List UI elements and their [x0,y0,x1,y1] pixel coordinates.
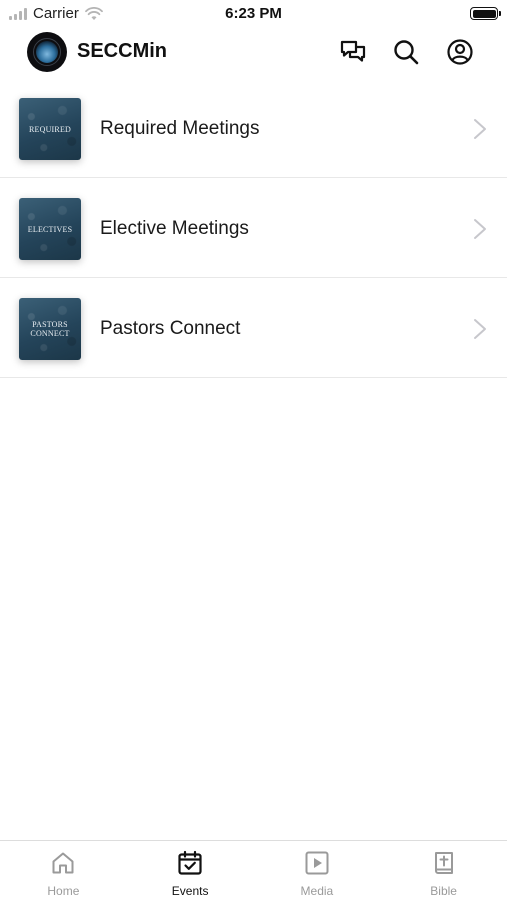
tab-events[interactable]: Events [127,841,254,900]
chevron-right-icon [474,219,486,239]
event-thumbnail: REQUIRED [19,98,81,160]
tab-label: Media [300,884,334,898]
chat-icon[interactable] [339,38,367,66]
app-header: SECCMin [0,28,507,78]
event-row-required-meetings[interactable]: REQUIRED Required Meetings [0,78,507,178]
tab-label: Events [171,884,209,898]
profile-icon[interactable] [446,38,474,66]
tab-media[interactable]: Media [254,841,381,900]
bible-icon [431,850,457,876]
status-time: 6:23 PM [225,5,282,22]
event-thumbnail: PASTORS CONNECT [19,298,81,360]
tab-bible[interactable]: Bible [380,841,507,900]
event-row-pastors-connect[interactable]: PASTORS CONNECT Pastors Connect [0,278,507,378]
event-title: Pastors Connect [100,318,241,339]
calendar-icon [177,850,203,876]
home-icon [50,850,76,876]
tab-label: Bible [430,884,457,898]
play-icon [304,850,330,876]
tab-label: Home [47,884,80,898]
event-title: Elective Meetings [100,218,249,239]
app-logo[interactable] [27,32,67,72]
app-title: SECCMin [77,40,167,62]
event-title: Required Meetings [100,118,260,139]
event-thumbnail: ELECTIVES [19,198,81,260]
thumbnail-text: ELECTIVES [27,224,73,234]
battery-icon [470,7,501,20]
event-row-elective-meetings[interactable]: ELECTIVES Elective Meetings [0,178,507,278]
event-list: REQUIRED Required Meetings ELECTIVES Ele… [0,78,507,378]
chevron-right-icon [474,119,486,139]
search-icon[interactable] [392,38,420,66]
thumbnail-text: PASTORS CONNECT [30,320,70,338]
chevron-right-icon [474,319,486,339]
tab-bar: Home Events Media Bible [0,840,507,900]
status-bar: Carrier 6:23 PM [0,0,507,28]
tab-home[interactable]: Home [0,841,127,900]
thumbnail-text: REQUIRED [28,124,72,134]
